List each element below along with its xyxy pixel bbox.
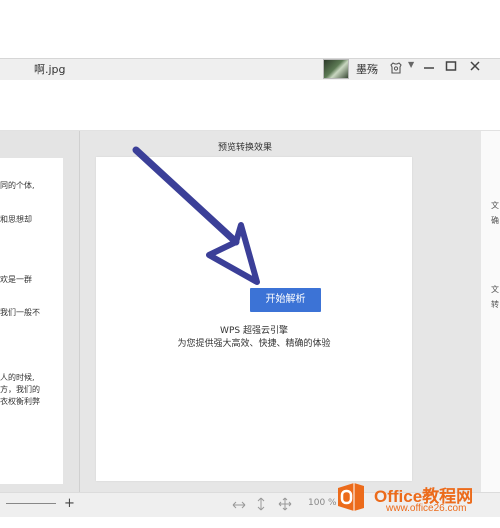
- avatar[interactable]: [323, 59, 349, 79]
- doc-line: 和思想却: [0, 215, 32, 224]
- move-icon[interactable]: [278, 497, 292, 511]
- maximize-icon: [445, 61, 457, 71]
- close-button[interactable]: [466, 60, 484, 77]
- preview-card: [96, 157, 412, 481]
- chevron-down-icon[interactable]: ▼: [408, 60, 414, 69]
- side-text: 文: [491, 201, 499, 210]
- minimize-button[interactable]: [420, 60, 438, 77]
- maximize-button[interactable]: [442, 60, 460, 77]
- side-text: 确: [491, 216, 499, 225]
- doc-line: 衣权衡利弊: [0, 397, 40, 406]
- zoom-level: 100 %: [308, 498, 337, 508]
- close-icon: [470, 61, 480, 71]
- start-parse-button[interactable]: 开始解析: [250, 288, 321, 312]
- side-panel: 文 确 文 转: [480, 131, 500, 492]
- backdrop: [0, 0, 500, 58]
- fit-width-icon[interactable]: [232, 500, 246, 510]
- zoom-in-button[interactable]: +: [64, 496, 75, 511]
- user-name[interactable]: 墨殇: [356, 61, 378, 77]
- doc-line: 方，我们的: [0, 385, 40, 394]
- engine-title: WPS 超强云引擎: [220, 326, 288, 336]
- side-text: 转: [491, 300, 499, 309]
- engine-description: 为您提供强大高效、快捷、精确的体验: [177, 339, 331, 349]
- window-title: 啊.jpg: [34, 63, 66, 76]
- side-text: 文: [491, 285, 499, 294]
- source-page: 同的个体, 和思想却 欢是一群 我们一般不 人的时候, 方，我们的 衣权衡利弊: [0, 158, 63, 484]
- skin-icon[interactable]: [389, 61, 403, 75]
- zoom-slider[interactable]: [6, 503, 56, 504]
- doc-line: 欢是一群: [0, 275, 32, 284]
- preview-title: 预览转换效果: [217, 143, 272, 153]
- doc-line: 我们一般不: [0, 308, 40, 317]
- office-logo-icon: [338, 483, 364, 511]
- minimize-icon: [424, 67, 434, 69]
- doc-line: 人的时候,: [0, 373, 35, 382]
- doc-line: 同的个体,: [0, 181, 35, 190]
- fit-height-icon[interactable]: [256, 497, 266, 511]
- toolbar-area: [0, 80, 500, 131]
- watermark-url: www.office26.com: [386, 503, 467, 514]
